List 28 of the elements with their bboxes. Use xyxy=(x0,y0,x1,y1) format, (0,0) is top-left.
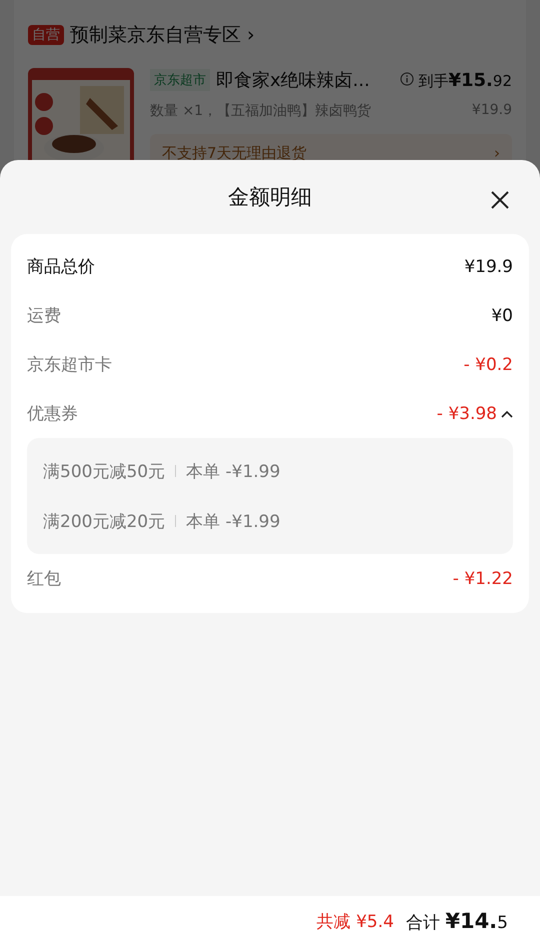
product-spec: 数量 ×1，【五福加油鸭】辣卤鸭货 xyxy=(150,102,372,120)
coupon-deduction: 本单 -¥1.99 xyxy=(186,460,280,482)
chevron-up-icon[interactable] xyxy=(501,410,513,418)
row-value: ¥19.9 xyxy=(464,256,513,276)
info-icon[interactable] xyxy=(400,72,414,86)
row-value: - ¥1.22 xyxy=(452,568,513,588)
store-badge: 自营 xyxy=(28,25,64,45)
coupon-condition: 满200元减20元 xyxy=(43,510,166,532)
chevron-icon[interactable]: › xyxy=(247,24,255,46)
coupon-condition: 满500元减50元 xyxy=(43,460,166,482)
coupon-deduction: 本单 -¥1.99 xyxy=(186,510,280,532)
channel-tag: 京东超市 xyxy=(150,69,210,91)
sheet-title: 金额明细 xyxy=(228,184,312,211)
row-label: 优惠券 xyxy=(27,403,78,425)
saved-total: 共减 ¥5.4 xyxy=(316,910,394,932)
store-title[interactable]: 预制菜京东自营专区 xyxy=(70,22,241,48)
product-name[interactable]: 即食家x绝味辣卤... xyxy=(216,68,394,92)
row-value: ¥0 xyxy=(491,306,513,326)
row-label: 商品总价 xyxy=(27,256,95,278)
row-value: - ¥0.2 xyxy=(464,354,513,374)
row-value[interactable]: - ¥3.98 xyxy=(436,404,513,424)
final-price: 到手¥15.92 xyxy=(400,70,512,90)
row-label: 运费 xyxy=(27,305,61,327)
row-label: 红包 xyxy=(27,568,61,590)
order-total: 合计 ¥14.5 xyxy=(406,908,508,934)
row-label: 京东超市卡 xyxy=(27,354,112,376)
close-icon[interactable] xyxy=(490,190,510,210)
original-price: ¥19.9 xyxy=(472,102,512,120)
